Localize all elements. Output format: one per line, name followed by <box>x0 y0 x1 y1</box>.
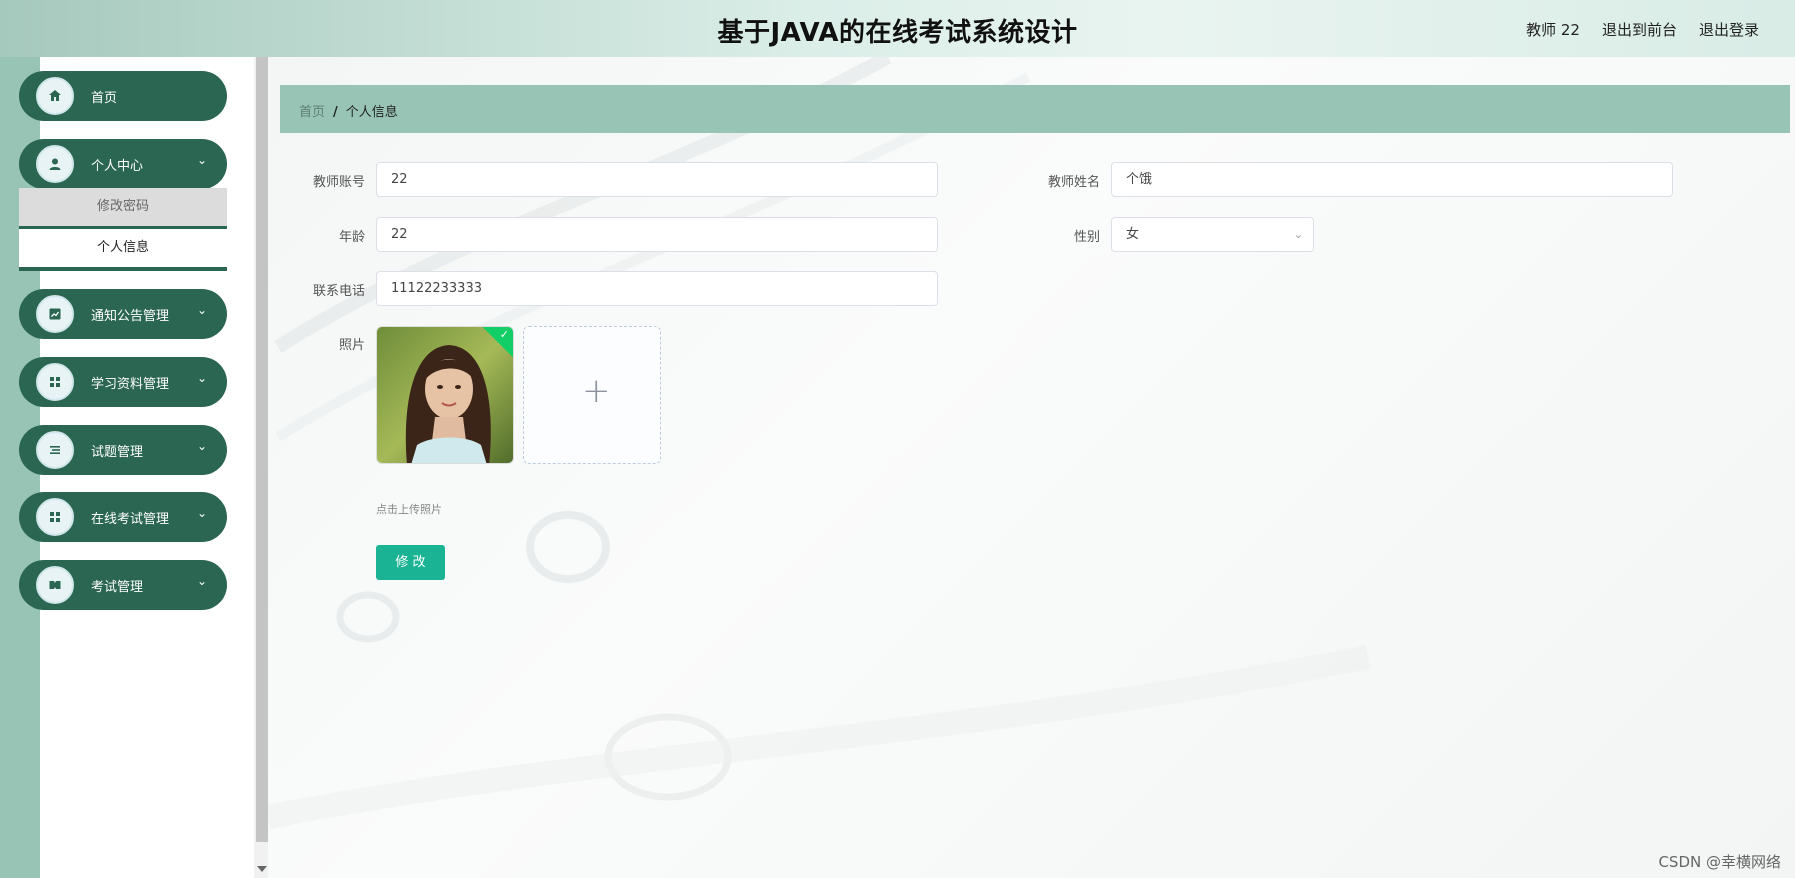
phone-label: 联系电话 <box>312 284 365 299</box>
back-to-front-link[interactable]: 退出到前台 <box>1602 19 1677 40</box>
list-icon <box>36 431 74 469</box>
grid-icon <box>36 498 74 536</box>
phone-field[interactable]: 11122233333 <box>376 271 938 306</box>
sidebar-item-label: 试题管理 <box>91 445 144 460</box>
sidebar-item-label: 考试管理 <box>91 580 144 595</box>
check-icon: ✓ <box>499 328 509 341</box>
breadcrumb: 首页 / 个人信息 <box>280 85 1790 133</box>
portrait-image <box>377 327 513 463</box>
sidebar-item-online-exam[interactable]: 在线考试管理 ⌄ <box>19 492 227 542</box>
chevron-down-icon: ⌄ <box>196 506 207 520</box>
name-field[interactable]: 个饿 <box>1111 162 1673 197</box>
sidebar-item-label: 首页 <box>91 91 118 106</box>
logout-link[interactable]: 退出登录 <box>1699 19 1759 40</box>
chevron-down-icon: ⌄ <box>196 371 207 385</box>
account-field[interactable]: 22 <box>376 162 938 197</box>
ticket-icon <box>36 566 74 604</box>
grid-icon <box>36 363 74 401</box>
header-actions: 教师 22 退出到前台 退出登录 <box>1526 19 1759 40</box>
top-header: 基于JAVA的在线考试系统设计 教师 22 退出到前台 退出登录 <box>0 0 1795 57</box>
uploaded-photo[interactable]: ✓ <box>376 326 514 464</box>
sidebar-item-home[interactable]: 首页 <box>19 71 227 121</box>
sidebar-item-notice[interactable]: 通知公告管理 ⌄ <box>19 289 227 339</box>
sidebar-item-label: 学习资料管理 <box>91 377 170 392</box>
breadcrumb-separator: / <box>333 105 338 120</box>
sidebar-item-label: 在线考试管理 <box>91 512 170 527</box>
chart-icon <box>36 295 74 333</box>
breadcrumb-home[interactable]: 首页 <box>299 105 325 120</box>
chevron-down-icon: ⌄ <box>196 439 207 453</box>
name-label: 教师姓名 <box>1047 175 1100 190</box>
gender-label: 性别 <box>1073 230 1100 245</box>
sidebar-item-personal-center[interactable]: 个人中心 ⌄ <box>19 139 227 189</box>
breadcrumb-current: 个人信息 <box>345 105 398 120</box>
user-icon <box>36 145 74 183</box>
chevron-down-icon: ⌄ <box>196 574 207 588</box>
sidebar-item-questions[interactable]: 试题管理 ⌄ <box>19 425 227 475</box>
submenu-personal-info[interactable]: 个人信息 <box>19 229 227 271</box>
scroll-down-arrow-icon[interactable] <box>257 866 267 872</box>
submenu-change-password[interactable]: 修改密码 <box>19 188 227 230</box>
chevron-down-icon: ⌄ <box>196 153 207 167</box>
chevron-down-icon: ⌄ <box>1293 228 1303 241</box>
sidebar-item-exam-management[interactable]: 考试管理 ⌄ <box>19 560 227 610</box>
sidebar-item-label: 个人中心 <box>91 159 144 174</box>
watermark: CSDN @幸横网络 <box>1658 853 1781 871</box>
home-icon <box>36 77 74 115</box>
age-label: 年龄 <box>338 230 365 245</box>
gender-value: 女 <box>1126 227 1140 242</box>
main-content: 首页 / 个人信息 教师账号 22 教师姓名 个饿 年龄 22 性别 女 ⌄ 联系电… <box>268 57 1795 878</box>
gender-select[interactable]: 女 ⌄ <box>1111 217 1314 252</box>
current-user: 教师 22 <box>1526 21 1580 39</box>
plus-icon: + <box>582 371 611 411</box>
chevron-down-icon: ⌄ <box>196 303 207 317</box>
scrollbar-thumb[interactable] <box>256 57 268 842</box>
submit-button[interactable]: 修 改 <box>376 545 445 580</box>
age-field[interactable]: 22 <box>376 217 938 252</box>
account-label: 教师账号 <box>312 175 365 190</box>
photo-label: 照片 <box>338 338 365 353</box>
sidebar-item-materials[interactable]: 学习资料管理 ⌄ <box>19 357 227 407</box>
sidebar-item-label: 通知公告管理 <box>91 309 170 324</box>
photo-upload-button[interactable]: + <box>523 326 661 464</box>
upload-hint: 点击上传照片 <box>376 503 442 516</box>
